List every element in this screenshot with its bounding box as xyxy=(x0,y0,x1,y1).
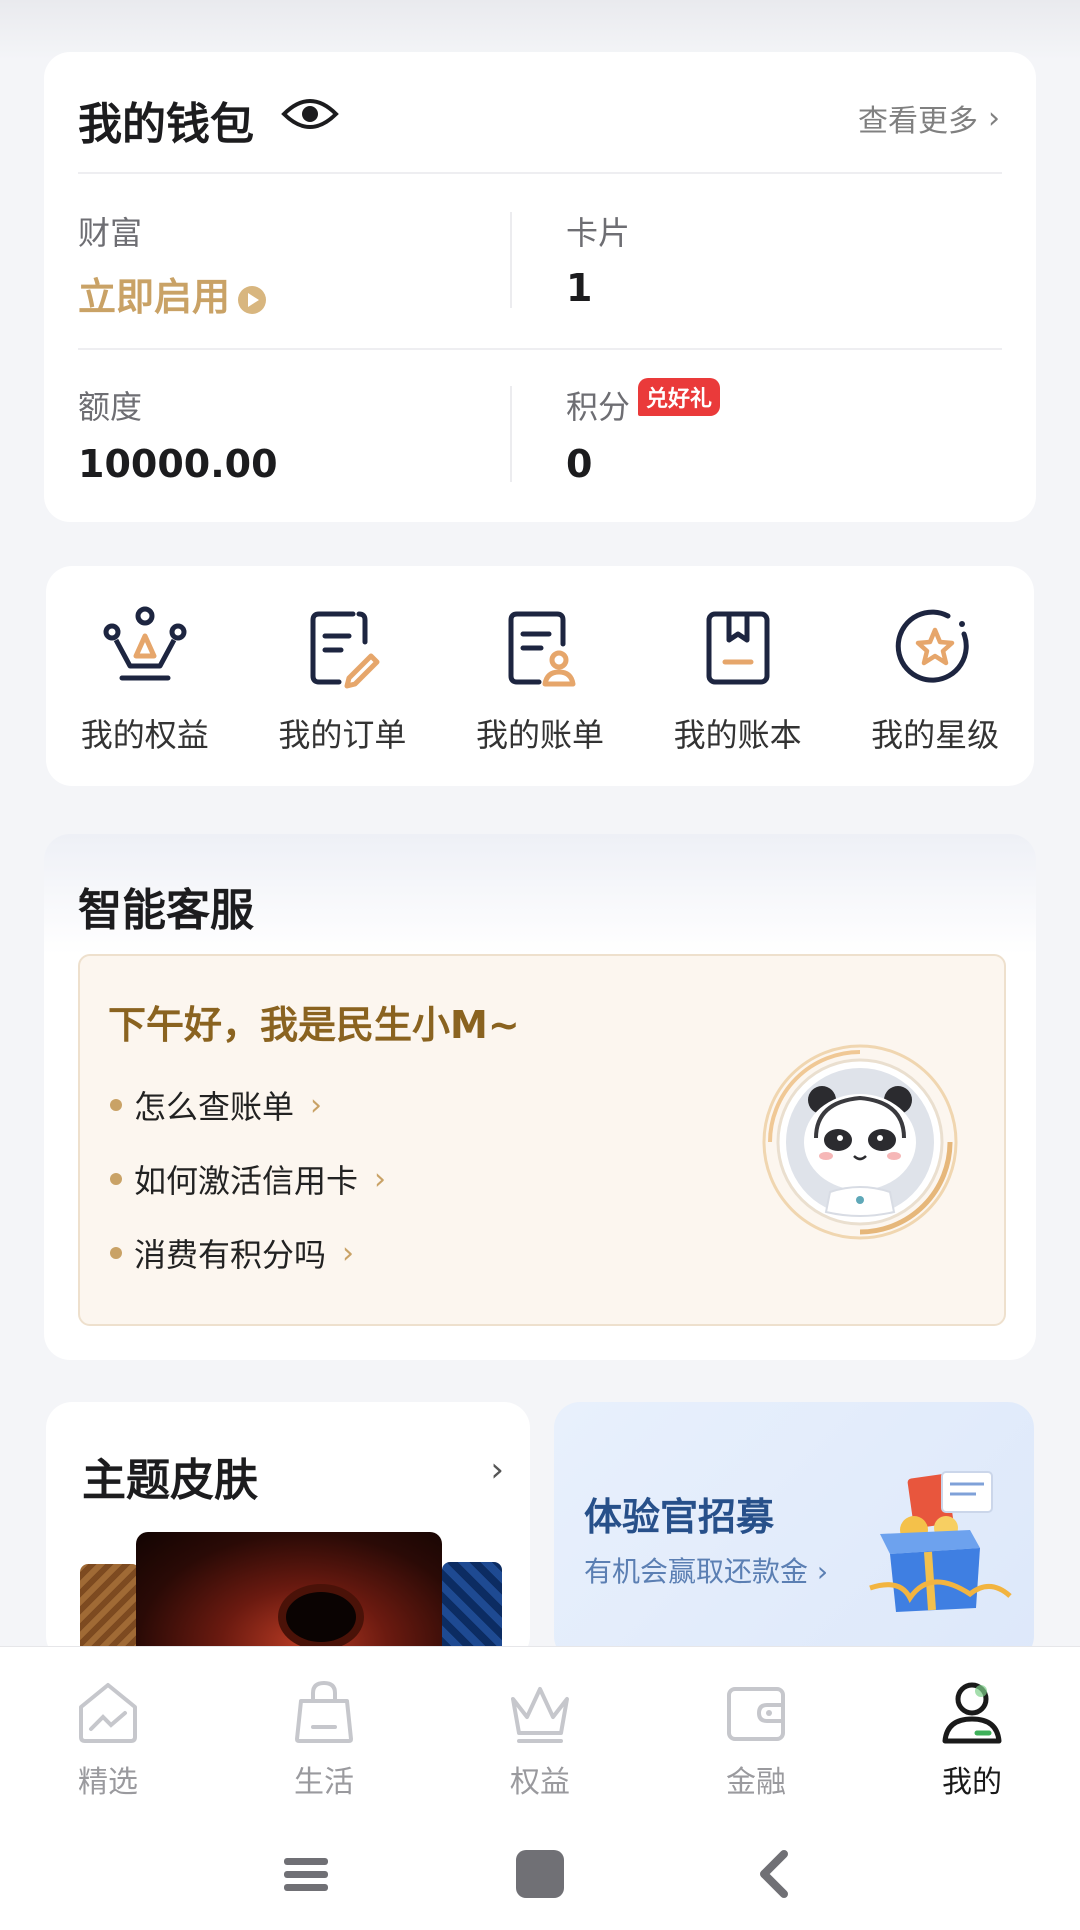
wealth-label: 财富 xyxy=(78,214,143,252)
chevron-right-icon[interactable]: › xyxy=(490,1450,504,1490)
service-box: 下午好，我是民生小M~ 怎么查账单 › 如何激活信用卡 › 消费有积分吗 › xyxy=(78,954,1006,1326)
star-circle-icon xyxy=(895,609,969,683)
crown-icon xyxy=(511,1687,569,1743)
wallet-card: 我的钱包 查看更多 › 财富 立即启用 卡片 1 额度 10000.00 积分 … xyxy=(44,52,1036,522)
cards-value[interactable]: 1 xyxy=(566,266,592,310)
recruit-subtitle: 有机会赢取还款金 › xyxy=(584,1550,828,1590)
chevron-right-icon: › xyxy=(374,1161,387,1197)
view-more-label: 查看更多 xyxy=(858,104,978,139)
divider xyxy=(78,348,1002,350)
quick-item-label: 我的权益 xyxy=(80,716,209,754)
tab-finance[interactable]: 金融 xyxy=(648,1647,864,1816)
tab-label: 我的 xyxy=(942,1765,1002,1800)
tab-benefits[interactable]: 权益 xyxy=(432,1647,648,1816)
theme-thumbnail[interactable] xyxy=(136,1532,442,1662)
home-button-icon[interactable] xyxy=(512,1846,568,1902)
recruit-banner[interactable]: 体验官招募 有机会赢取还款金 › xyxy=(554,1402,1034,1662)
eye-icon[interactable] xyxy=(280,94,340,134)
recruit-subtitle-text: 有机会赢取还款金 xyxy=(584,1555,809,1588)
tab-label: 精选 xyxy=(78,1765,138,1800)
chevron-right-icon: › xyxy=(342,1235,355,1271)
tab-label: 权益 xyxy=(510,1765,570,1800)
view-more-link[interactable]: 查看更多 › xyxy=(858,96,1000,140)
cards-label: 卡片 xyxy=(566,214,631,252)
quick-item-ledger[interactable]: 我的账本 xyxy=(653,604,823,786)
panda-assistant-avatar[interactable] xyxy=(760,1042,960,1242)
smart-service-card: 智能客服 下午好，我是民生小M~ 怎么查账单 › 如何激活信用卡 › 消费有积分… xyxy=(44,834,1036,1360)
bottom-tab-bar: 精选 生活 权益 金融 我的 xyxy=(0,1646,1080,1816)
bag-icon xyxy=(295,1680,353,1743)
divider xyxy=(78,172,1002,174)
quick-item-label: 我的订单 xyxy=(278,716,407,754)
status-area xyxy=(0,0,1080,60)
faq-item[interactable]: 消费有积分吗 › xyxy=(110,1230,354,1276)
theme-title: 主题皮肤 xyxy=(82,1455,258,1506)
points-label: 积分 xyxy=(566,388,631,426)
system-nav-bar xyxy=(0,1816,1080,1930)
profile-icon xyxy=(942,1682,1002,1744)
play-icon xyxy=(238,285,267,314)
home-icon xyxy=(79,1683,137,1743)
quick-item-label: 我的星级 xyxy=(871,716,1000,754)
service-greeting: 下午好，我是民生小M~ xyxy=(108,1003,520,1047)
order-edit-icon xyxy=(310,611,380,689)
chevron-right-icon: › xyxy=(808,1555,829,1588)
points-value[interactable]: 0 xyxy=(566,442,592,486)
divider xyxy=(510,212,512,308)
bullet-icon xyxy=(110,1099,122,1111)
bill-user-icon xyxy=(508,611,576,687)
quick-item-label: 我的账单 xyxy=(475,716,604,754)
limit-value[interactable]: 10000.00 xyxy=(78,442,278,486)
theme-skin-card[interactable]: 主题皮肤 › xyxy=(46,1402,530,1662)
quick-item-bills[interactable]: 我的账单 xyxy=(455,604,625,786)
quick-item-orders[interactable]: 我的订单 xyxy=(257,604,427,786)
faq-text: 怎么查账单 xyxy=(134,1088,295,1126)
bullet-icon xyxy=(110,1247,122,1259)
wealth-value: 立即启用 xyxy=(78,275,231,319)
chevron-right-icon: › xyxy=(310,1087,323,1123)
menu-icon[interactable] xyxy=(278,1846,334,1902)
service-title: 智能客服 xyxy=(78,885,254,936)
limit-label: 额度 xyxy=(78,388,143,426)
crown-icon xyxy=(103,606,187,681)
faq-item[interactable]: 怎么查账单 › xyxy=(110,1082,322,1128)
tab-life[interactable]: 生活 xyxy=(216,1647,432,1816)
wallet-title: 我的钱包 xyxy=(78,99,254,150)
faq-item[interactable]: 如何激活信用卡 › xyxy=(110,1156,386,1202)
tab-mine[interactable]: 我的 xyxy=(864,1647,1080,1816)
bullet-icon xyxy=(110,1173,122,1185)
quick-item-star-level[interactable]: 我的星级 xyxy=(850,604,1020,786)
faq-text: 如何激活信用卡 xyxy=(134,1162,359,1200)
redeem-badge[interactable]: 兑好礼 xyxy=(638,378,721,416)
gift-box-icon xyxy=(869,1471,1012,1612)
faq-text: 消费有积分吗 xyxy=(134,1236,327,1274)
quick-menu: 我的权益 我的订单 我的账单 我的账本 我的星级 xyxy=(46,566,1034,786)
tab-label: 生活 xyxy=(294,1765,354,1800)
quick-item-label: 我的账本 xyxy=(673,716,802,754)
back-icon[interactable] xyxy=(748,1846,804,1902)
bookmark-icon xyxy=(706,611,770,685)
quick-item-benefits[interactable]: 我的权益 xyxy=(60,604,230,786)
wallet-icon xyxy=(727,1687,785,1741)
divider xyxy=(510,386,512,482)
tab-featured[interactable]: 精选 xyxy=(0,1647,216,1816)
tab-label: 金融 xyxy=(726,1765,786,1800)
wealth-activate-button[interactable]: 立即启用 xyxy=(78,266,267,321)
recruit-title: 体验官招募 xyxy=(584,1495,775,1539)
chevron-right-icon: › xyxy=(988,100,1000,136)
